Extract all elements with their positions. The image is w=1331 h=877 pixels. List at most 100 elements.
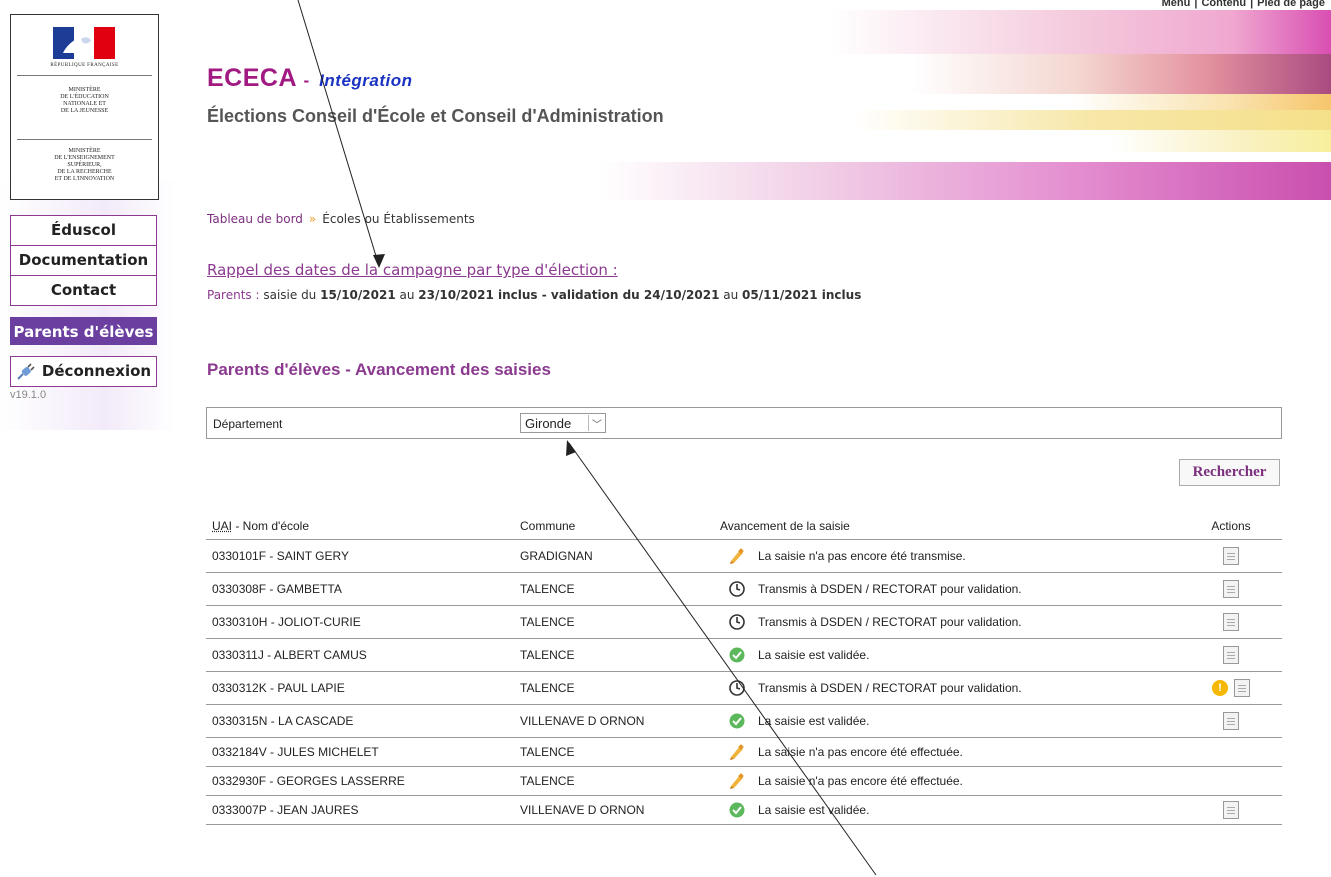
date-value: 24/10/2021 (643, 288, 720, 302)
status-cell: La saisie est validée. (714, 704, 1180, 738)
table-row: 0332184V - JULES MICHELET TALENCE La saisi… (206, 737, 1282, 767)
logo-ministry-education: MINISTÈRE DE L'ÉDUCATION NATIONALE ET DE… (60, 87, 109, 114)
table-row: 0330312K - PAUL LAPIE TALENCE Transmis à D… (206, 671, 1282, 705)
document-icon[interactable] (1234, 679, 1250, 697)
status-text: Transmis à DSDEN / RECTORAT pour validat… (758, 681, 1022, 695)
school-cell: 0330310H - JOLIOT-CURIE (206, 605, 514, 639)
department-label: Département (213, 417, 283, 431)
status-text: Transmis à DSDEN / RECTORAT pour validat… (758, 582, 1022, 596)
date-value: 23/10/2021 inclus (418, 288, 538, 302)
table-row: 0330101F - SAINT GERY GRADIGNAN La saisie … (206, 539, 1282, 573)
logout-button[interactable]: Déconnexion (10, 356, 157, 387)
header-banner-decoration (600, 10, 1331, 200)
status-text: La saisie est validée. (758, 714, 870, 728)
election-type-label: Parents : (207, 288, 260, 302)
table-row: 0333007P - JEAN JAURES VILLENAVE D ORNON L… (206, 795, 1282, 825)
app-title: ECECA - Intégration (207, 64, 413, 93)
status-wrap: La saisie n'a pas encore été effectuée. (720, 743, 1174, 761)
school-cell: 0330312K - PAUL LAPIE (206, 671, 514, 705)
table-row: 0330311J - ALBERT CAMUS TALENCE La saisie … (206, 638, 1282, 672)
status-text: Transmis à DSDEN / RECTORAT pour validat… (758, 615, 1022, 629)
menu-parents[interactable]: Parents d'élèves (10, 317, 157, 345)
pencil-icon (730, 548, 744, 564)
side-menu: Éduscol Documentation Contact Parents d'… (10, 215, 157, 401)
status-text: La saisie est validée. (758, 648, 870, 662)
logout-label: Déconnexion (41, 362, 152, 380)
document-icon[interactable] (1223, 580, 1239, 598)
status-cell: Transmis à DSDEN / RECTORAT pour validat… (714, 572, 1180, 606)
status-wrap: La saisie est validée. (720, 801, 1174, 819)
commune-cell: VILLENAVE D ORNON (514, 795, 714, 825)
column-header-actions: Actions (1180, 513, 1282, 540)
document-icon[interactable] (1223, 712, 1239, 730)
menu-documentation[interactable]: Documentation (10, 245, 157, 276)
status-text: La saisie n'a pas encore été transmise. (758, 549, 966, 563)
commune-cell: TALENCE (514, 572, 714, 606)
commune-cell: VILLENAVE D ORNON (514, 704, 714, 738)
warning-icon[interactable]: ! (1212, 680, 1228, 696)
app-name: ECECA (207, 64, 297, 92)
menu-contact[interactable]: Contact (10, 275, 157, 306)
commune-cell: TALENCE (514, 766, 714, 796)
status-cell: La saisie n'a pas encore été transmise. (714, 539, 1180, 573)
status-wrap: Transmis à DSDEN / RECTORAT pour validat… (720, 580, 1174, 598)
skip-link-menu[interactable]: Menu (1162, 0, 1191, 9)
department-select[interactable]: Gironde ﹀ (520, 413, 606, 433)
actions-cell (1180, 539, 1282, 573)
logo-ministry-research: MINISTÈRE DE L'ENSEIGNEMENT SUPÉRIEUR, D… (54, 148, 115, 182)
menu-eduscol[interactable]: Éduscol (10, 215, 157, 246)
plug-icon (17, 362, 35, 380)
dates-text: - validation du (537, 288, 644, 302)
commune-cell: TALENCE (514, 671, 714, 705)
status-text: La saisie n'a pas encore été effectuée. (758, 745, 963, 759)
clock-icon (729, 581, 745, 597)
actions-cell (1180, 605, 1282, 639)
school-cell: 0332184V - JULES MICHELET (206, 737, 514, 767)
campaign-dates-parents: Parents : saisie du 15/10/2021 au 23/10/… (207, 288, 861, 302)
table-header-row: UAI - Nom d'école Commune Avancement de … (206, 513, 1282, 540)
column-header-school: UAI - Nom d'école (206, 513, 514, 540)
search-button[interactable]: Rechercher (1179, 459, 1280, 486)
breadcrumb-home[interactable]: Tableau de bord (207, 212, 303, 226)
pencil-icon (730, 773, 744, 789)
status-cell: La saisie est validée. (714, 638, 1180, 672)
document-icon[interactable] (1223, 613, 1239, 631)
status-cell: Transmis à DSDEN / RECTORAT pour validat… (714, 605, 1180, 639)
chevron-right-icon: » (308, 212, 317, 226)
divider: | (1194, 0, 1198, 9)
check-circle-icon (729, 802, 745, 818)
table-row: 0330315N - LA CASCADE VILLENAVE D ORNON La… (206, 704, 1282, 738)
skip-link-content[interactable]: Contenu (1201, 0, 1246, 9)
status-cell: Transmis à DSDEN / RECTORAT pour validat… (714, 671, 1180, 705)
breadcrumb: Tableau de bord » Écoles ou Établissements (207, 212, 475, 226)
status-wrap: La saisie est validée. (720, 646, 1174, 664)
version-label: v19.1.0 (10, 389, 47, 401)
clock-icon (729, 680, 745, 696)
document-icon[interactable] (1223, 646, 1239, 664)
divider (17, 75, 152, 76)
divider: | (1250, 0, 1254, 9)
pencil-icon (730, 744, 744, 760)
document-icon[interactable] (1223, 547, 1239, 565)
dates-text: au (395, 288, 419, 302)
status-wrap: La saisie est validée. (720, 712, 1174, 730)
schools-table: UAI - Nom d'école Commune Avancement de … (206, 513, 1282, 825)
commune-cell: TALENCE (514, 605, 714, 639)
skip-link-footer[interactable]: Pied de page (1257, 0, 1325, 9)
environment-label: Intégration (319, 71, 413, 90)
commune-cell: TALENCE (514, 638, 714, 672)
status-text: La saisie n'a pas encore été effectuée. (758, 774, 963, 788)
actions-cell (1180, 704, 1282, 738)
actions-cell (1180, 766, 1282, 796)
status-cell: La saisie n'a pas encore été effectuée. (714, 737, 1180, 767)
school-cell: 0332930F - GEORGES LASSERRE (206, 766, 514, 796)
column-header-status: Avancement de la saisie (714, 513, 1180, 540)
dates-text: saisie du (259, 288, 321, 302)
app-title-dash: - (303, 71, 310, 90)
date-value: 15/10/2021 (320, 288, 396, 302)
logo-rf-text: RÉPUBLIQUE FRANÇAISE (50, 63, 119, 68)
document-icon[interactable] (1223, 801, 1239, 819)
department-filter: Département Gironde ﹀ (206, 407, 1282, 439)
marianne-flag-icon (53, 27, 115, 59)
commune-cell: GRADIGNAN (514, 539, 714, 573)
